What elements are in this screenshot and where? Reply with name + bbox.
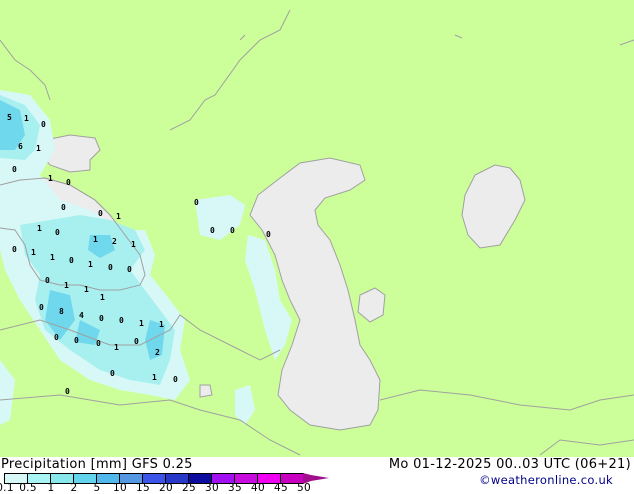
precip-value-label: 0 <box>61 203 66 212</box>
precip-value-label: 1 <box>64 281 69 290</box>
precip-value-label: 0 <box>119 316 124 325</box>
precip-value-label: 1 <box>31 248 36 257</box>
precip-value-label: 1 <box>84 285 89 294</box>
precip-value-label: 0 <box>266 230 271 239</box>
scale-tick-label: 0.1 <box>0 482 14 494</box>
precip-value-label: 1 <box>116 212 121 221</box>
scale-tick-label: 15 <box>136 482 150 494</box>
lake-sevan <box>199 384 213 398</box>
precipitation-map: 5 106 101 000 11 01 2 10 11 0 1 0 01 1010 8 4 0 0 1 10 01020… <box>0 0 634 457</box>
precip-value-label: 0 <box>110 369 115 378</box>
precip-value-label: 1 <box>139 319 144 328</box>
scale-tick-label: 0.5 <box>19 482 37 494</box>
precip-value-label: 1 <box>36 144 41 153</box>
scale-tick-label: 2 <box>70 482 78 494</box>
precip-value-label: 0 <box>12 165 17 174</box>
scale-tick-label: 10 <box>113 482 127 494</box>
precip-value-label: 1 <box>37 224 42 233</box>
scale-tick-label: 45 <box>274 482 288 494</box>
precip-value-label: 1 <box>88 260 93 269</box>
precip-value-label: 5 <box>7 113 12 122</box>
map-title: Precipitation [mm] GFS 0.25 <box>1 457 193 472</box>
scale-tick-label: 20 <box>159 482 173 494</box>
precip-value-label: 0 <box>66 178 71 187</box>
precip-value-label: 1 <box>24 114 29 123</box>
precip-value-label: 0 <box>45 276 50 285</box>
forecast-datetime: Mo 01-12-2025 00..03 UTC (06+21) <box>388 457 631 472</box>
precip-value-label: 0 <box>127 265 132 274</box>
precip-value-label: 1 <box>48 174 53 183</box>
precip-value-label: 6 <box>18 142 23 151</box>
scale-tick-label: 50 <box>297 482 311 494</box>
precip-value-label: 0 <box>54 333 59 342</box>
scale-tick-label: 25 <box>182 482 196 494</box>
precip-value-label: 1 <box>100 293 105 302</box>
weatheronline-credit-link[interactable]: ©weatheronline.co.uk <box>479 473 613 487</box>
precip-value-label: 0 <box>41 120 46 129</box>
precip-value-label: 0 <box>210 226 215 235</box>
precip-value-label: 0 <box>194 198 199 207</box>
precip-value-label: 0 <box>55 228 60 237</box>
precip-value-label: 0 <box>96 339 101 348</box>
precip-value-label: 0 <box>65 387 70 396</box>
precip-value-label: 1 <box>152 373 157 382</box>
precip-value-label: 1 <box>114 343 119 352</box>
scale-tick-label: 30 <box>205 482 219 494</box>
scale-tick-label: 5 <box>93 482 101 494</box>
precip-value-label: 0 <box>108 263 113 272</box>
scale-tick-label: 1 <box>47 482 55 494</box>
precip-value-label: 0 <box>134 337 139 346</box>
scale-tick-label: 40 <box>251 482 265 494</box>
precip-value-label: 2 <box>112 237 117 246</box>
precip-value-label: 0 <box>98 209 103 218</box>
precip-value-label: 0 <box>99 314 104 323</box>
precip-value-label: 0 <box>173 375 178 384</box>
precip-value-label: 0 <box>74 336 79 345</box>
precip-value-label: 4 <box>79 311 84 320</box>
precip-value-label: 2 <box>155 348 160 357</box>
scale-tick-label: 35 <box>228 482 242 494</box>
precip-value-label: 0 <box>69 256 74 265</box>
precip-value-label: 8 <box>59 307 64 316</box>
precip-value-label: 1 <box>50 253 55 262</box>
precip-value-label: 1 <box>93 235 98 244</box>
precip-value-label: 0 <box>230 226 235 235</box>
legend-footer: Precipitation [mm] GFS 0.25 Mo 01-12-202… <box>0 457 634 494</box>
precip-value-label: 0 <box>39 303 44 312</box>
precip-value-label: 1 <box>159 320 164 329</box>
precip-value-label: 1 <box>131 240 136 249</box>
precip-value-label: 0 <box>12 245 17 254</box>
